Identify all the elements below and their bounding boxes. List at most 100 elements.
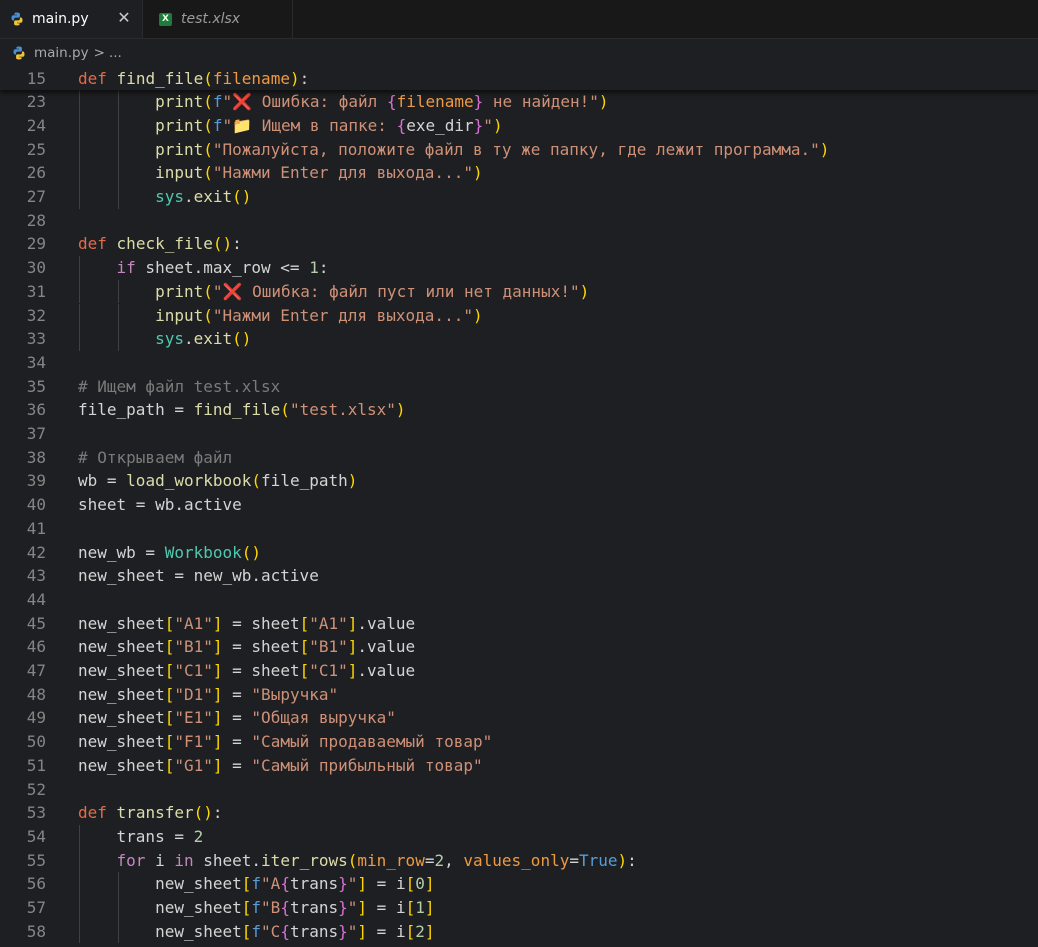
code-token: "Общая выручка" <box>251 708 396 728</box>
code-token: { <box>386 92 397 112</box>
cross-mark-icon: ❌ <box>232 92 253 112</box>
code-token: "Самый прибыльный товар" <box>251 755 483 775</box>
code-token: 2 <box>434 850 445 870</box>
code-token: , <box>444 850 464 870</box>
code-line[interactable]: 47 new_sheet["C1"] = sheet["C1"].value <box>0 659 1038 683</box>
code-token: "E1" <box>174 708 213 728</box>
code-line[interactable]: 50 new_sheet["F1"] = "Самый продаваемый т… <box>0 730 1038 754</box>
code-line[interactable]: 39 wb = load_workbook(file_path) <box>0 469 1038 493</box>
code-editor[interactable]: 15 def find_file(filename): 23 print(f"❌ … <box>0 67 1038 947</box>
line-number: 40 <box>26 495 46 515</box>
indent-guide <box>79 303 80 328</box>
code-line[interactable]: 31 print("❌ Ошибка: файл пуст или нет да… <box>0 280 1038 304</box>
line-number: 24 <box>26 115 46 135</box>
code-token: [ <box>164 732 175 752</box>
indent-guide <box>79 113 80 138</box>
code-token: ) <box>617 850 628 870</box>
code-token: [ <box>164 708 175 728</box>
code-line[interactable]: 32 input("Нажми Enter для выхода...") <box>0 304 1038 328</box>
indent-guide <box>79 137 80 162</box>
code-line[interactable]: 26 input("Нажми Enter для выхода...") <box>0 161 1038 185</box>
code-token: trans = <box>116 826 194 846</box>
code-token: # Открываем файл <box>78 447 233 467</box>
code-token: ) <box>819 139 830 159</box>
code-line[interactable]: 36 file_path = find_file("test.xlsx") <box>0 398 1038 422</box>
code-line[interactable]: 51 new_sheet["G1"] = "Самый прибыльный то… <box>0 754 1038 778</box>
code-line[interactable]: 54 trans = 2 <box>0 825 1038 849</box>
code-token: } <box>338 921 348 941</box>
code-text: wb = load_workbook(file_path) <box>78 469 357 493</box>
code-line[interactable]: 56 new_sheet[f"A{trans}"] = i[0] <box>0 872 1038 896</box>
code-token: ) <box>472 163 483 183</box>
code-token: new_sheet <box>78 708 165 728</box>
code-line[interactable]: 53 def transfer(): <box>0 801 1038 825</box>
code-line[interactable]: 49 new_sheet["E1"] = "Общая выручка" <box>0 706 1038 730</box>
breadcrumb-file[interactable]: main.py <box>34 45 89 61</box>
line-number: 42 <box>26 542 46 562</box>
code-token: ) <box>472 305 483 325</box>
python-icon <box>12 46 26 60</box>
breadcrumb-symbol[interactable]: ... <box>109 45 122 61</box>
code-line[interactable]: 52 <box>0 778 1038 802</box>
code-text: # Открываем файл <box>78 446 232 470</box>
code-line[interactable]: 23 print(f"❌ Ошибка: файл {filename} не … <box>0 90 1038 114</box>
line-number: 41 <box>26 518 46 538</box>
line-number: 38 <box>26 447 46 467</box>
code-line[interactable]: 27 sys.exit() <box>0 185 1038 209</box>
code-token: [ <box>164 684 175 704</box>
code-token: ( <box>347 850 358 870</box>
code-line[interactable]: 58 new_sheet[f"C{trans}"] = i[2] <box>0 920 1038 944</box>
code-token: ) <box>492 115 503 135</box>
code-line[interactable]: 45 new_sheet["A1"] = sheet["A1"].value <box>0 612 1038 636</box>
code-token: Ошибка: файл пуст или нет данных!" <box>242 281 580 301</box>
indent-guide <box>79 896 80 920</box>
code-line[interactable]: 30 if sheet.max_row <= 1: <box>0 256 1038 280</box>
code-token: " <box>347 874 358 894</box>
code-line[interactable]: 57 new_sheet[f"B{trans}"] = i[1] <box>0 896 1038 920</box>
line-number: 35 <box>26 376 46 396</box>
code-line[interactable]: 41 <box>0 517 1038 541</box>
code-token: [ <box>164 755 175 775</box>
code-token: ) <box>347 471 358 491</box>
code-line[interactable]: 48 new_sheet["D1"] = "Выручка" <box>0 683 1038 707</box>
code-text: def find_file(filename): <box>78 67 309 91</box>
code-line[interactable]: 29 def check_file(): <box>0 232 1038 256</box>
line-number: 34 <box>26 352 46 372</box>
code-token: if <box>116 258 136 278</box>
code-line[interactable]: 42 new_wb = Workbook() <box>0 541 1038 565</box>
code-line[interactable]: 25 print("Пожалуйста, положите файл в ту… <box>0 138 1038 162</box>
code-line[interactable]: 38 # Открываем файл <box>0 446 1038 470</box>
code-token: ] <box>212 708 223 728</box>
tab-test-xlsx[interactable]: X test.xlsx <box>143 0 293 38</box>
line-number: 44 <box>26 589 46 609</box>
code-line[interactable]: 46 new_sheet["B1"] = sheet["B1"].value <box>0 635 1038 659</box>
code-text: print(f"📁 Ищем в папке: {exe_dir}") <box>78 114 503 138</box>
code-token: sheet.max_row <= <box>135 258 310 278</box>
close-tab-icon[interactable]: ✕ <box>116 10 132 26</box>
code-line[interactable]: 35 # Ищем файл test.xlsx <box>0 375 1038 399</box>
code-line[interactable]: 24 print(f"📁 Ищем в папке: {exe_dir}") <box>0 114 1038 138</box>
sticky-scroll-header[interactable]: 15 def find_file(filename): <box>0 67 1038 90</box>
code-line[interactable]: 33 sys.exit() <box>0 327 1038 351</box>
line-number: 23 <box>26 92 46 112</box>
code-text: input("Нажми Enter для выхода...") <box>78 304 483 328</box>
code-token: "Нажми Enter для выхода..." <box>212 163 473 183</box>
code-token: .value <box>357 661 416 680</box>
code-token: "test.xlsx" <box>289 400 396 420</box>
line-number: 36 <box>26 400 46 420</box>
code-text: input("Нажми Enter для выхода...") <box>78 161 483 185</box>
code-token: "B1" <box>174 637 213 657</box>
code-line[interactable]: 55 for i in sheet.iter_rows(min_row = 2, v… <box>0 849 1038 873</box>
code-line[interactable]: 15 def find_file(filename): <box>0 67 1038 91</box>
code-line[interactable]: 28 <box>0 209 1038 233</box>
code-token: trans <box>289 874 339 894</box>
tab-main-py[interactable]: main.py ✕ <box>0 0 143 38</box>
code-line[interactable]: 40 sheet = wb.active <box>0 493 1038 517</box>
code-line[interactable]: 44 <box>0 588 1038 612</box>
code-line[interactable]: 37 <box>0 422 1038 446</box>
code-line[interactable]: 34 <box>0 351 1038 375</box>
code-token: ( <box>203 69 213 88</box>
code-line[interactable]: 43 new_sheet = new_wb.active <box>0 564 1038 588</box>
